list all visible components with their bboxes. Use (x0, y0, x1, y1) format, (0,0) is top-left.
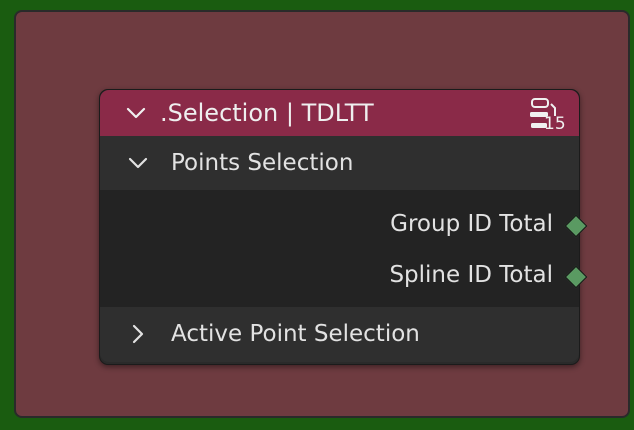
panel-header-active-point-selection[interactable]: Active Point Selection (100, 307, 579, 362)
node-title[interactable]: .Selection | TDLTT (160, 99, 374, 127)
node-header[interactable]: .Selection | TDLTT 15 (100, 90, 579, 136)
node-frame[interactable]: .Selection | TDLTT 15 Points Selection G… (14, 10, 630, 418)
group-node[interactable]: .Selection | TDLTT 15 Points Selection G… (99, 89, 588, 365)
node-user-count: 15 (544, 114, 566, 134)
output-label: Spline ID Total (389, 262, 553, 288)
output-label: Group ID Total (390, 211, 553, 237)
output-row-spline-id-total: Spline ID Total (100, 255, 588, 295)
output-row-group-id-total: Group ID Total (100, 204, 588, 244)
panel-label-active-point-selection: Active Point Selection (171, 321, 420, 347)
output-socket[interactable] (564, 265, 588, 289)
panel-header-points-selection[interactable]: Points Selection (100, 136, 579, 190)
chevron-right-icon[interactable] (126, 322, 150, 346)
output-socket[interactable] (564, 214, 588, 238)
panel-label-points-selection: Points Selection (171, 150, 354, 176)
chevron-down-icon[interactable] (126, 151, 150, 175)
panel-body-points-selection: Group ID Total Spline ID Total (100, 190, 588, 307)
chevron-down-icon[interactable] (124, 101, 148, 125)
